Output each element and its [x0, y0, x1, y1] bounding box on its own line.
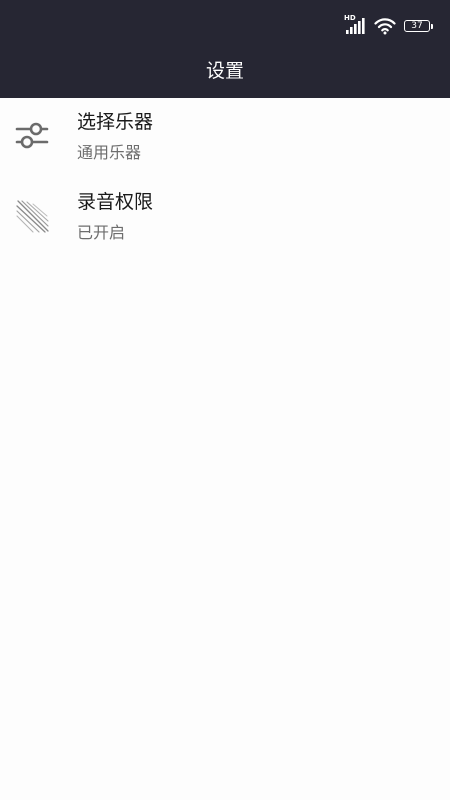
- signal-indicator: HD: [344, 14, 366, 35]
- battery-level: 37: [411, 20, 423, 31]
- settings-item-record-permission[interactable]: 录音权限 已开启: [0, 178, 450, 258]
- page-title: 设置: [205, 60, 244, 82]
- settings-item-instrument[interactable]: 选择乐器 通用乐器: [0, 98, 450, 178]
- settings-screen: HD 37 设置 选择乐器 通用乐器 录音权限 已开启: [0, 0, 450, 800]
- settings-list: 选择乐器 通用乐器 录音权限 已开启: [0, 98, 450, 258]
- item-subtitle: 已开启: [77, 223, 126, 242]
- sound-lines-icon: [16, 200, 49, 233]
- status-icons: HD 37: [344, 14, 433, 36]
- signal-icon: [346, 18, 365, 34]
- item-subtitle: 通用乐器: [77, 143, 142, 162]
- battery-tip: [431, 24, 433, 29]
- battery-icon: 37: [404, 20, 433, 32]
- wifi-icon: [374, 18, 396, 35]
- status-bar: HD 37: [0, 0, 450, 52]
- sliders-icon: [15, 122, 49, 149]
- item-title: 选择乐器: [77, 111, 154, 133]
- item-title: 录音权限: [77, 191, 154, 213]
- app-bar: HD 37 设置: [0, 0, 450, 98]
